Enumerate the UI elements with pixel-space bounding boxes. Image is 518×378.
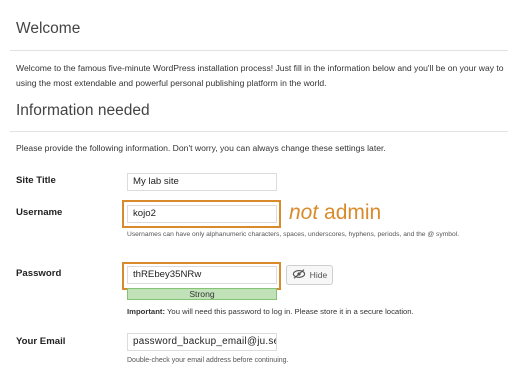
username-highlight [122, 200, 281, 228]
password-strength-meter: Strong [127, 288, 277, 300]
password-label: Password [16, 268, 62, 279]
divider [10, 131, 508, 132]
password-highlight [122, 262, 281, 290]
username-label: Username [16, 207, 63, 218]
not-admin-annotation: not admin [289, 201, 382, 224]
hide-button-label: Hide [309, 270, 328, 280]
eye-slash-icon [292, 269, 306, 281]
welcome-heading: Welcome [16, 20, 81, 37]
username-help: Usernames can have only alphanumeric cha… [127, 231, 460, 238]
email-help: Double-check your email address before c… [127, 357, 289, 364]
hide-password-button[interactable]: Hide [286, 265, 333, 285]
site-title-input[interactable]: My lab site [127, 173, 277, 191]
instructions-text: Please provide the following information… [16, 143, 386, 153]
information-heading: Information needed [16, 102, 150, 119]
email-input[interactable]: password_backup_email@ju.se [127, 333, 277, 351]
divider [10, 50, 508, 51]
password-important-note: Important: You will need this password t… [127, 307, 414, 316]
email-label: Your Email [16, 336, 66, 347]
welcome-intro: Welcome to the famous five-minute WordPr… [16, 63, 504, 88]
site-title-label: Site Title [16, 175, 56, 186]
